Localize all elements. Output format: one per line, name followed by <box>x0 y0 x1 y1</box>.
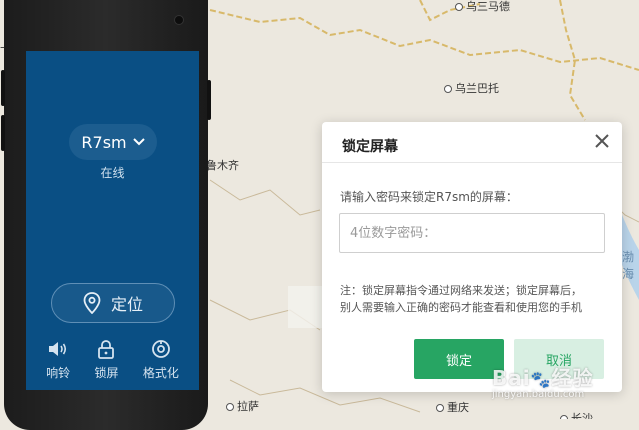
lock-label: 锁屏 <box>94 366 119 380</box>
dialog-title: 锁定屏幕 <box>342 139 398 155</box>
dialog-note-line: 别人需要输入正确的密码才能查看和使用您的手机 <box>340 301 582 314</box>
phone-screen: R7sm 在线 定位 响铃 锁屏 格式化 <box>26 51 199 390</box>
city-dot-icon <box>455 3 463 11</box>
city-label: 长沙 <box>560 410 593 419</box>
city-name: 长沙 <box>571 412 593 419</box>
city-dot-icon <box>444 85 452 93</box>
sea-label: 渤海 <box>622 250 635 281</box>
device-status: 在线 <box>100 166 125 180</box>
lock-screen-dialog: 锁定屏幕 请输入密码来锁定R7sm的屏幕： 注：锁定屏幕指令通过网络来发送；锁定… <box>322 122 622 392</box>
device-selector[interactable]: R7sm <box>69 124 157 160</box>
phone-power-button <box>207 80 211 120</box>
city-dot-icon <box>226 403 234 411</box>
baidu-jingyan-watermark: Bai🐾经验 jingyan.baidu.com <box>492 366 594 400</box>
phone-volume-button <box>1 70 5 106</box>
locate-button[interactable]: 定位 <box>51 283 175 323</box>
city-name: 乌兰巴托 <box>455 82 499 95</box>
format-icon <box>151 340 170 358</box>
locate-label: 定位 <box>110 295 143 314</box>
ring-button[interactable]: 响铃 <box>46 339 70 381</box>
city-label: 拉萨 <box>226 398 259 414</box>
dialog-note-line: 注：锁定屏幕指令通过网络来发送；锁定屏幕后， <box>340 284 582 297</box>
city-dot-icon <box>560 415 568 419</box>
format-button[interactable]: 格式化 <box>143 339 179 381</box>
dialog-divider <box>322 162 622 163</box>
city-name: 拉萨 <box>237 400 259 413</box>
lock-icon <box>98 340 115 359</box>
format-label: 格式化 <box>142 366 179 380</box>
pin-input[interactable] <box>339 213 605 253</box>
city-label: 乌三马德 <box>455 0 510 14</box>
location-pin-icon <box>83 292 101 314</box>
city-name: 重庆 <box>447 401 469 414</box>
camera-icon <box>174 15 184 25</box>
city-dot-icon <box>436 404 444 412</box>
ring-label: 响铃 <box>46 366 71 380</box>
lock-screen-button[interactable]: 锁屏 <box>94 339 119 381</box>
city-name: 乌三马德 <box>466 0 510 13</box>
city-name: 鲁木齐 <box>206 159 239 172</box>
device-model-label: R7sm <box>81 132 127 152</box>
speaker-icon <box>49 342 67 356</box>
phone-volume-button <box>1 115 5 151</box>
device-actions: 响铃 锁屏 格式化 <box>26 339 199 381</box>
phone-device: R7sm 在线 定位 响铃 锁屏 格式化 <box>1 0 211 430</box>
confirm-lock-button[interactable]: 锁定 <box>414 339 504 379</box>
dialog-note: 注：锁定屏幕指令通过网络来发送；锁定屏幕后， 别人需要输入正确的密码才能查看和使… <box>340 282 610 316</box>
city-label: 重庆 <box>436 399 469 415</box>
city-label: 乌兰巴托 <box>444 80 499 96</box>
dialog-prompt: 请输入密码来锁定R7sm的屏幕： <box>340 190 518 204</box>
city-label: 鲁木齐 <box>206 157 239 173</box>
chevron-down-icon <box>132 138 145 146</box>
close-icon[interactable] <box>594 133 610 149</box>
